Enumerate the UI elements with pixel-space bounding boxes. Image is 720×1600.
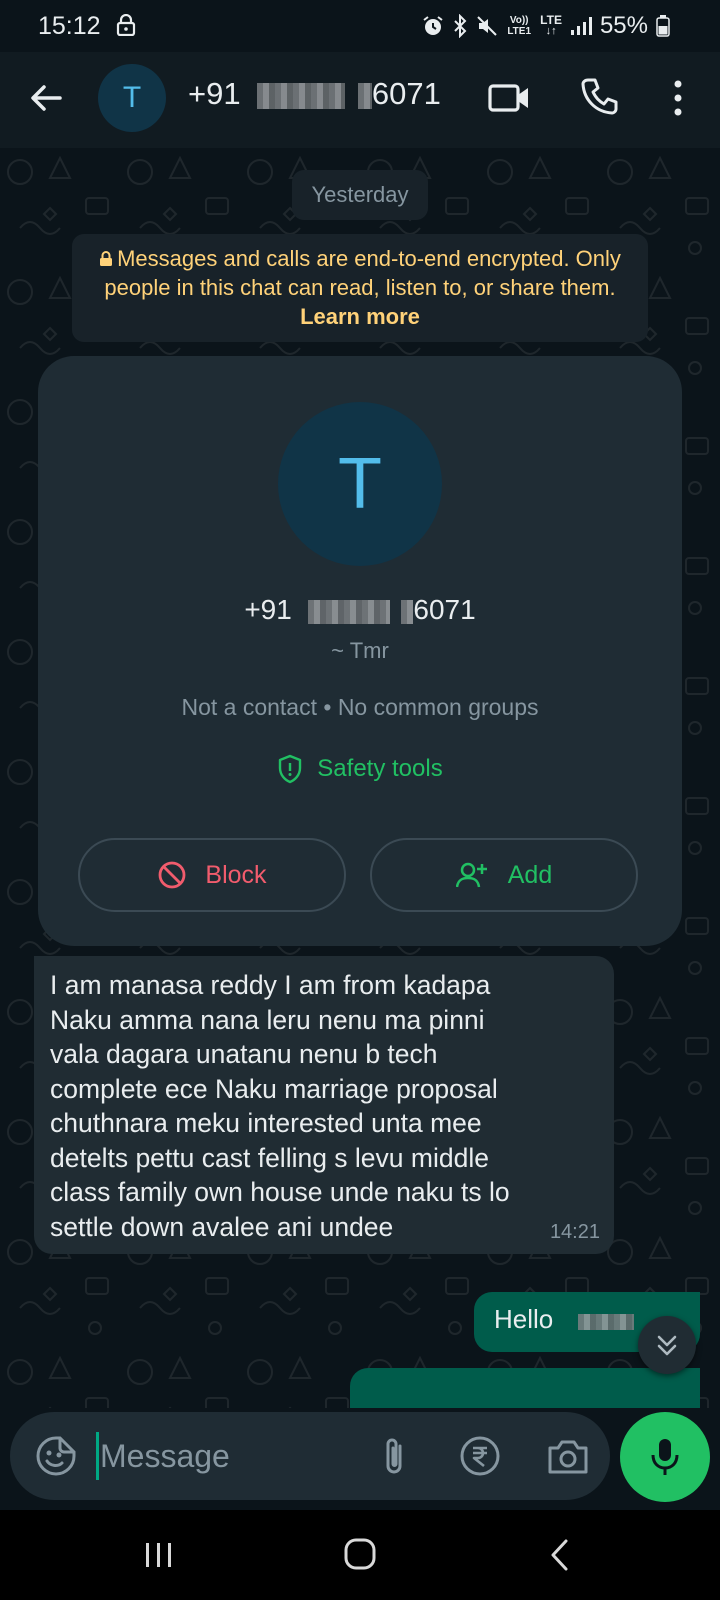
network-type: LTE ↓↑: [540, 14, 562, 37]
lock-icon: [116, 13, 136, 37]
message-composer: [10, 1412, 610, 1500]
camera-icon[interactable]: [546, 1436, 590, 1476]
payment-rupee-icon[interactable]: [458, 1434, 502, 1478]
redacted-digits: [357, 82, 372, 109]
bluetooth-icon: [452, 14, 468, 38]
avatar-letter: T: [122, 81, 142, 114]
video-call-icon[interactable]: [488, 78, 532, 118]
block-icon: [159, 861, 186, 889]
data-arrows-icon: ↓↑: [545, 25, 557, 37]
avatar-letter: T: [338, 444, 382, 524]
contact-info-card: T +91 6071 ~ Tmr Not a contact • No comm…: [38, 356, 682, 946]
message-line: settle down avalee ani undee: [50, 1211, 394, 1242]
double-chevron-down-icon: [657, 1335, 677, 1356]
redacted-timestamp: [578, 1314, 634, 1330]
lock-icon: [100, 251, 113, 266]
message-line: detelts pettu cast felling s levu middle: [50, 1142, 489, 1173]
encryption-text: Messages and calls are end-to-end encryp…: [104, 246, 621, 300]
contact-meta: Not a contact • No common groups: [181, 694, 539, 720]
add-contact-button[interactable]: Add: [370, 838, 638, 912]
block-button[interactable]: Block: [78, 838, 346, 912]
date-separator: Yesterday: [292, 170, 428, 220]
message-line: Naku amma nana leru nenu ma pinni: [50, 1004, 485, 1035]
shield-icon: [279, 754, 302, 784]
message-line: chuthnara meku interested unta mee: [50, 1108, 482, 1138]
system-navigation-bar: [0, 1510, 720, 1600]
message-line: class family own house unde naku ts lo: [50, 1177, 510, 1207]
message-line: vala dagara unatanu nenu b tech: [50, 1039, 438, 1069]
outgoing-message-text: Hello: [494, 1304, 554, 1334]
redacted-digits: [307, 599, 390, 624]
block-label: Block: [205, 860, 267, 889]
safety-tools-label: Safety tools: [317, 755, 443, 782]
scroll-to-bottom-button[interactable]: [638, 1316, 696, 1374]
status-icons: Vo)) LTE1 LTE ↓↑ 55%: [422, 12, 670, 40]
add-label: Add: [507, 860, 553, 889]
message-timestamp: 14:21: [549, 1221, 600, 1243]
home-icon[interactable]: [342, 1536, 378, 1572]
voice-message-button[interactable]: [620, 1412, 710, 1502]
outgoing-message-bubble-partial[interactable]: [350, 1368, 700, 1408]
phone-suffix: 6071: [413, 594, 476, 625]
redacted-digits: [257, 82, 346, 109]
learn-more-link[interactable]: Learn more: [300, 304, 420, 329]
contact-alias: ~ Tmr: [331, 638, 389, 663]
battery-percent: 55%: [599, 12, 648, 39]
message-line: complete ece Naku marriage proposal: [50, 1073, 498, 1104]
battery-icon: [656, 15, 670, 37]
phone-suffix: 6071: [371, 76, 441, 111]
status-time: 15:12: [38, 12, 101, 40]
incoming-message-text: I am manasa reddy I am from kadapa Naku …: [50, 968, 598, 1244]
signal-icon: [570, 16, 592, 36]
more-options-icon[interactable]: [664, 76, 692, 120]
card-phone-number: +91 6071: [38, 594, 682, 626]
message-input[interactable]: [100, 1432, 350, 1480]
contact-name[interactable]: +91 6071: [188, 76, 441, 112]
message-line: I am manasa reddy I am from kadapa: [50, 970, 491, 1000]
contact-avatar[interactable]: T: [98, 64, 166, 132]
nav-back-icon[interactable]: [548, 1538, 572, 1572]
mute-icon: [476, 15, 498, 37]
volte-indicator: Vo)) LTE1: [507, 15, 532, 37]
chat-area[interactable]: Yesterday Messages and calls are end-to-…: [0, 148, 720, 1408]
whatsapp-chat-screen: 15:12 Vo)) LTE1 LTE ↓↑ 55% T +91 6071 Ye…: [0, 0, 720, 1600]
back-arrow-icon[interactable]: [26, 78, 66, 118]
recent-apps-icon[interactable]: [142, 1540, 176, 1570]
status-bar: 15:12 Vo)) LTE1 LTE ↓↑ 55%: [0, 0, 720, 52]
alarm-icon: [422, 15, 444, 37]
contact-avatar-large[interactable]: T: [278, 402, 442, 566]
incoming-message-bubble[interactable]: I am manasa reddy I am from kadapa Naku …: [34, 956, 614, 1254]
voice-call-icon[interactable]: [580, 76, 620, 116]
redacted-digits: [401, 599, 414, 624]
add-person-icon: [455, 862, 487, 888]
chat-header: T +91 6071: [0, 52, 720, 148]
phone-prefix: +91: [244, 594, 292, 625]
phone-prefix: +91: [188, 76, 241, 111]
text-cursor: [96, 1432, 99, 1480]
sticker-emoji-icon[interactable]: [34, 1434, 78, 1478]
microphone-icon: [651, 1439, 679, 1475]
encryption-notice[interactable]: Messages and calls are end-to-end encryp…: [72, 234, 648, 342]
attach-icon[interactable]: [374, 1434, 414, 1478]
safety-tools-link[interactable]: Safety tools: [38, 754, 682, 784]
